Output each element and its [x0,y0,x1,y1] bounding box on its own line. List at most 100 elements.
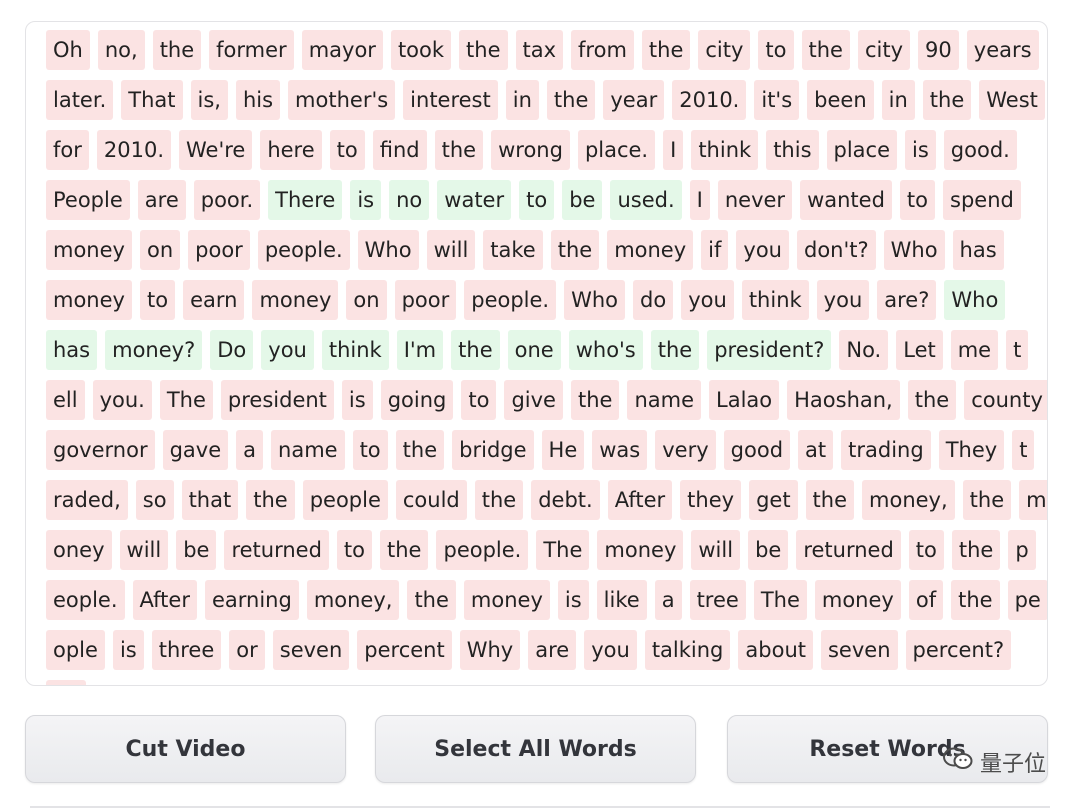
word-chip[interactable]: money [46,230,132,270]
word-chip[interactable]: has [46,330,98,370]
word-chip[interactable]: a [236,430,264,470]
word-chip[interactable]: you [816,280,870,320]
word-chip[interactable]: poor [188,230,250,270]
word-chip[interactable]: is [112,630,144,670]
word-chip[interactable]: years [966,30,1039,70]
word-chip[interactable]: at [798,430,834,470]
word-chip[interactable]: has [952,230,1004,270]
word-chip[interactable]: tree [689,580,746,620]
word-chip[interactable]: his [235,80,281,120]
word-chip[interactable]: are [528,630,577,670]
word-chip[interactable]: ople [46,630,105,670]
word-chip[interactable]: I [689,180,710,220]
word-chip[interactable]: president [220,380,334,420]
word-chip[interactable]: Who [357,230,419,270]
word-chip[interactable]: earning [204,580,299,620]
word-chip[interactable]: talking [644,630,731,670]
word-chip[interactable]: good [723,430,791,470]
word-chip[interactable]: percent [357,630,452,670]
transcript-panel[interactable]: Oh no, the former mayor took the tax from the city… [25,21,1048,686]
word-chip[interactable]: think [321,330,389,370]
word-chip[interactable]: a [654,580,682,620]
word-chip[interactable]: to [758,30,794,70]
word-chip[interactable]: the [246,480,295,520]
word-chip[interactable]: that [181,480,239,520]
word-chip[interactable]: money, [306,580,400,620]
word-chip[interactable]: one [507,330,561,370]
word-chip[interactable]: name [627,380,701,420]
word-chip[interactable]: People [46,180,130,220]
word-chip[interactable]: me [950,330,999,370]
word-chip[interactable]: Who [944,280,1006,320]
word-chip[interactable]: in [505,80,539,120]
word-chip[interactable]: going [380,380,454,420]
word-chip[interactable]: interest [403,80,498,120]
word-chip[interactable]: are? [877,280,937,320]
word-chip[interactable]: wrong [491,130,570,170]
word-chip[interactable]: money [46,280,132,320]
word-chip[interactable]: pe [1007,580,1047,620]
word-chip[interactable]: you [584,630,637,670]
word-chip[interactable]: be [176,530,217,570]
word-chip[interactable]: 90 [918,30,959,70]
word-chip[interactable]: 2010. [672,80,747,120]
word-chip[interactable]: to [461,380,497,420]
word-chip[interactable]: poor. [193,180,261,220]
word-chip[interactable]: former [209,30,294,70]
word-chip[interactable]: been [807,80,874,120]
word-chip[interactable]: could [395,480,467,520]
word-chip[interactable]: to [139,280,176,320]
word-chip[interactable]: the [805,480,855,520]
word-chip[interactable]: the [951,530,1001,570]
word-chip[interactable]: Haoshan, [787,380,900,420]
word-chip[interactable]: very [655,430,716,470]
word-chip[interactable]: There [268,180,343,220]
word-chip[interactable]: took [390,30,452,70]
word-chip[interactable]: the [550,230,600,270]
word-chip[interactable]: no [389,180,430,220]
word-chip[interactable]: m [1019,480,1047,520]
word-chip[interactable]: city [857,30,911,70]
word-chip[interactable]: seven [820,630,898,670]
word-chip[interactable]: to [336,530,373,570]
word-chip[interactable]: city [698,30,751,70]
word-chip[interactable]: oney [46,530,112,570]
word-chip[interactable]: people. [436,530,529,570]
word-chip[interactable]: Oh [46,30,90,70]
word-chip[interactable]: to [899,180,936,220]
word-chip[interactable]: raded, [46,480,128,520]
word-chip[interactable]: the [474,480,524,520]
word-chip[interactable]: county [964,380,1047,420]
word-chip[interactable]: of [908,580,944,620]
word-chip[interactable]: will [426,230,476,270]
word-chip[interactable]: governor [46,430,155,470]
word-chip[interactable]: The [536,530,590,570]
word-chip[interactable]: this [766,130,819,170]
word-chip[interactable]: ell [46,380,85,420]
word-chip[interactable]: was [592,430,648,470]
word-chip[interactable]: the [962,480,1012,520]
word-chip[interactable]: money? [105,330,203,370]
word-chip[interactable]: the [546,80,596,120]
word-chip[interactable]: the [907,380,957,420]
word-chip[interactable]: After [607,480,673,520]
word-chip[interactable]: returned [796,530,901,570]
word-chip[interactable]: Let [896,330,943,370]
word-chip[interactable]: t [1006,330,1029,370]
word-chip[interactable]: He [541,430,585,470]
word-chip[interactable]: money, [862,480,955,520]
word-chip[interactable]: trading [841,430,931,470]
word-chip[interactable]: the [407,580,456,620]
word-chip[interactable]: Why [459,630,521,670]
word-chip[interactable]: the [570,380,620,420]
word-chip[interactable]: are [137,180,186,220]
word-chip[interactable]: take [483,230,543,270]
word-chip[interactable]: you [261,330,314,370]
word-chip[interactable]: president? [707,330,832,370]
word-chip[interactable]: 2010. [96,130,171,170]
word-chip[interactable]: don't? [796,230,876,270]
word-chip[interactable]: will [119,530,169,570]
word-chip[interactable]: on [139,230,181,270]
word-chip[interactable]: be [748,530,789,570]
word-chip[interactable]: money [597,530,684,570]
